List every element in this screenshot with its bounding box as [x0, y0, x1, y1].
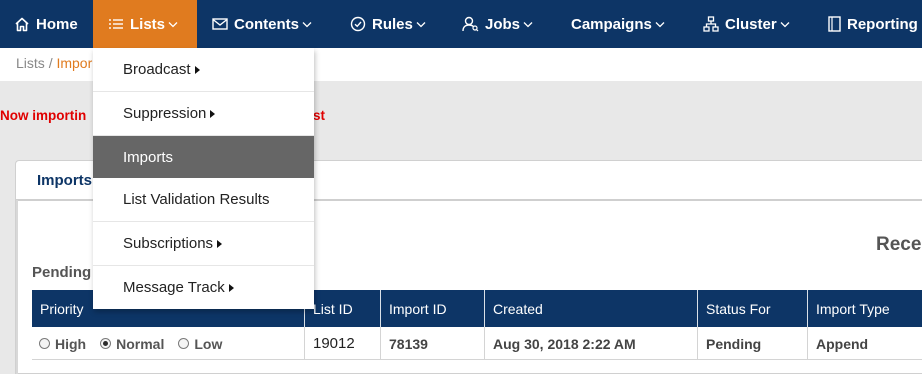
column-header-import-type: Import Type	[816, 300, 890, 317]
chevron-down-icon	[168, 21, 178, 28]
column-header-priority: Priority	[40, 300, 84, 317]
chevron-down-icon	[780, 21, 790, 28]
breadcrumb-separator: /	[48, 55, 53, 71]
notice-text-end: st	[313, 108, 326, 123]
caret-right-icon	[217, 240, 223, 248]
cell-divider	[380, 327, 381, 360]
radio-circle-icon	[178, 338, 190, 349]
nav-cluster[interactable]: Cluster	[703, 0, 790, 48]
user-search-icon	[462, 16, 479, 32]
menu-item-message-track[interactable]: Message Track	[93, 266, 314, 309]
column-header-status-for: Status For	[706, 300, 771, 317]
lists-dropdown-menu: Broadcast Suppression Imports List Valid…	[93, 48, 314, 309]
nav-lists-label: Lists	[130, 15, 166, 33]
menu-item-imports[interactable]: Imports	[93, 136, 314, 178]
cell-status: Pending	[706, 335, 762, 352]
cell-divider	[484, 327, 485, 360]
menu-item-broadcast[interactable]: Broadcast	[93, 48, 314, 92]
cell-divider	[697, 327, 698, 360]
priority-normal-label: Normal	[116, 335, 165, 352]
menu-item-imports-label: Imports	[123, 148, 174, 166]
chevron-down-icon	[302, 21, 312, 28]
menu-item-list-validation-results-label: List Validation Results	[123, 191, 270, 208]
nav-reporting[interactable]: Reporting	[828, 0, 918, 48]
breadcrumb-root[interactable]: Lists	[16, 55, 45, 71]
nav-campaigns[interactable]: Campaigns	[571, 0, 665, 48]
column-divider	[697, 290, 698, 327]
top-navbar: Home Lists Contents Rules Jobs Campaigns…	[0, 0, 922, 48]
table-row: High Normal Low 19012 78139 Aug 30, 2018…	[32, 327, 922, 360]
menu-item-broadcast-label: Broadcast	[123, 61, 191, 78]
breadcrumb-current: Impor	[56, 55, 93, 71]
menu-item-list-validation-results[interactable]: List Validation Results	[93, 178, 314, 222]
menu-item-subscriptions-label: Subscriptions	[123, 235, 214, 252]
report-icon	[828, 16, 841, 32]
priority-low-label: Low	[194, 335, 223, 352]
priority-high-radio[interactable]: High	[39, 336, 86, 352]
check-circle-icon	[350, 16, 366, 32]
priority-radio-group: High Normal Low	[39, 327, 222, 360]
nav-contents-label: Contents	[234, 15, 299, 33]
priority-low-radio[interactable]: Low	[178, 336, 222, 352]
cell-divider	[807, 327, 808, 360]
panel-inner-border	[16, 200, 18, 374]
cell-created: Aug 30, 2018 2:22 AM	[493, 335, 636, 352]
chevron-down-icon	[655, 21, 665, 28]
nav-jobs[interactable]: Jobs	[462, 0, 533, 48]
column-divider	[807, 290, 808, 327]
notice-text-start: Now importin	[0, 108, 87, 123]
sitemap-icon	[703, 16, 719, 32]
list-icon	[108, 18, 124, 30]
envelope-icon	[212, 18, 228, 30]
radio-circle-selected-icon	[100, 338, 112, 349]
menu-item-suppression-label: Suppression	[123, 105, 207, 122]
cell-list-id: 19012	[313, 335, 355, 352]
pending-imports-heading: Pending	[32, 264, 92, 281]
column-header-import-id: Import ID	[389, 300, 447, 317]
chevron-down-icon	[416, 21, 426, 28]
recent-imports-heading: Rece	[876, 234, 922, 255]
breadcrumb: Lists / Impor	[16, 55, 92, 71]
chevron-down-icon	[523, 21, 533, 28]
priority-normal-radio[interactable]: Normal	[100, 336, 164, 352]
caret-right-icon	[210, 110, 216, 118]
caret-right-icon	[194, 66, 200, 74]
home-icon	[14, 17, 30, 32]
column-header-created: Created	[493, 300, 543, 317]
menu-item-suppression[interactable]: Suppression	[93, 92, 314, 136]
nav-campaigns-label: Campaigns	[571, 15, 652, 33]
priority-high-label: High	[55, 335, 87, 352]
nav-home-label: Home	[36, 15, 78, 33]
menu-item-message-track-label: Message Track	[123, 279, 225, 296]
nav-home[interactable]: Home	[14, 0, 78, 48]
nav-rules-label: Rules	[372, 15, 413, 33]
cell-import-type: Append	[816, 335, 869, 352]
cell-import-id: 78139	[389, 335, 428, 352]
nav-reporting-label: Reporting	[847, 15, 918, 33]
column-divider	[380, 290, 381, 327]
imports-page: Home Lists Contents Rules Jobs Campaigns…	[0, 0, 922, 374]
cell-divider	[304, 327, 305, 360]
nav-jobs-label: Jobs	[485, 15, 521, 33]
nav-rules[interactable]: Rules	[350, 0, 426, 48]
column-header-list-id: List ID	[313, 300, 353, 317]
nav-cluster-label: Cluster	[725, 15, 777, 33]
panel-tab-imports[interactable]: Imports	[37, 172, 92, 189]
radio-circle-icon	[39, 338, 50, 349]
nav-lists[interactable]: Lists	[93, 0, 197, 48]
nav-contents[interactable]: Contents	[212, 0, 312, 48]
caret-right-icon	[228, 284, 234, 292]
menu-item-subscriptions[interactable]: Subscriptions	[93, 222, 314, 266]
import-notice: Now importin st	[0, 108, 325, 123]
column-divider	[484, 290, 485, 327]
